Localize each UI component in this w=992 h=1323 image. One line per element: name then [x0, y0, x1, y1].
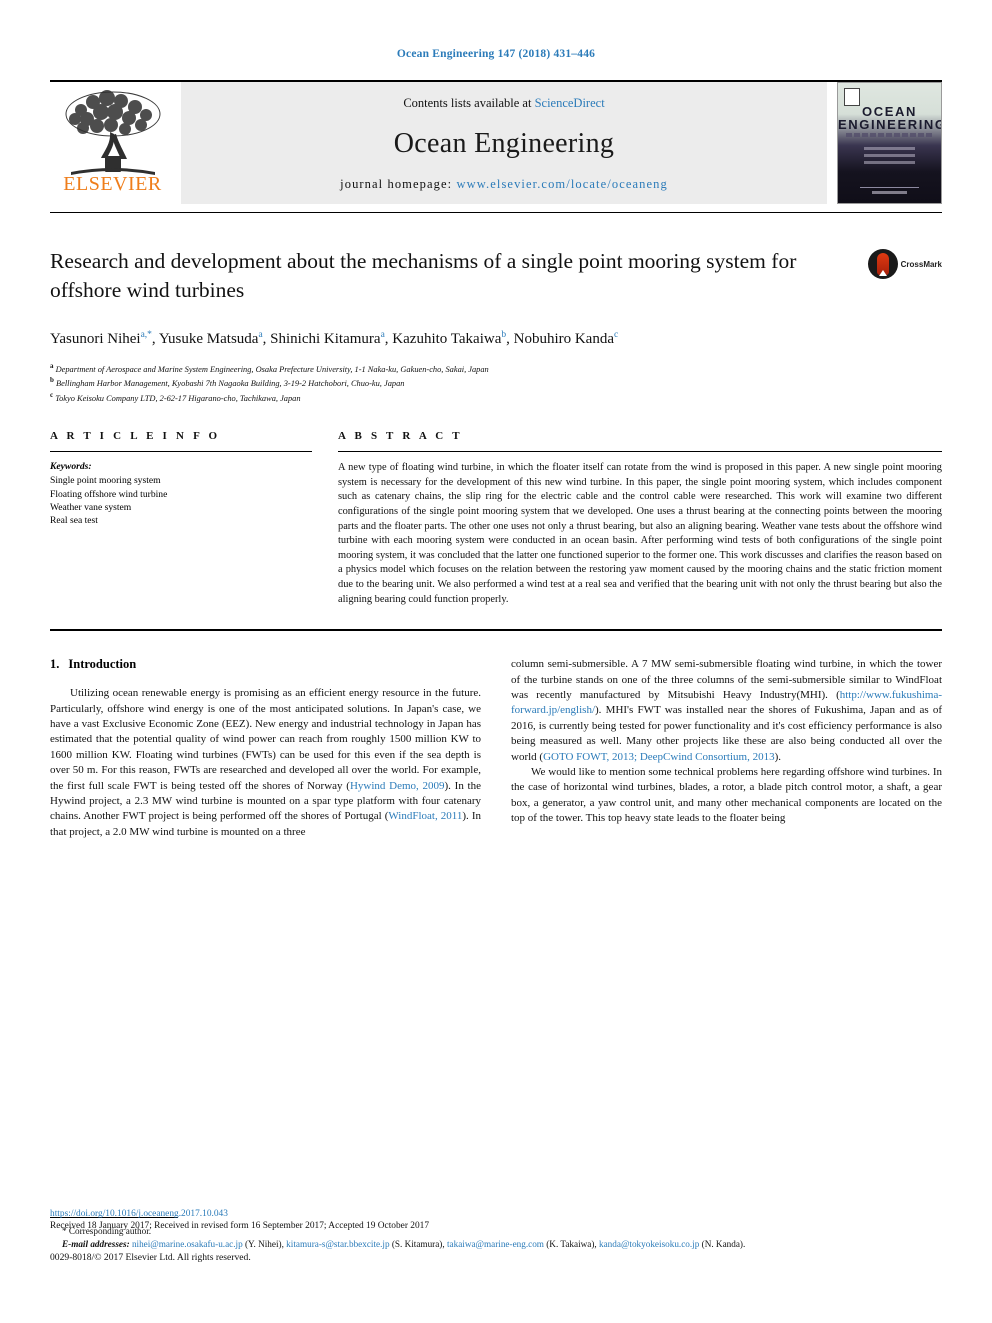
abstract-rule [338, 451, 942, 453]
crossmark-badge-group[interactable]: CrossMark [867, 249, 942, 279]
elsevier-logo: ELSEVIER [50, 82, 175, 204]
contents-available-line: Contents lists available at ScienceDirec… [181, 96, 827, 111]
elsevier-tree-icon [65, 90, 160, 175]
received-dates: Received 18 January 2017; Received in re… [50, 1221, 430, 1231]
journal-homepage-link[interactable]: www.elsevier.com/locate/oceaneng [456, 177, 667, 191]
author-item: Kazuhito Takaiwab [392, 330, 507, 347]
section-heading-introduction: 1. Introduction [50, 657, 481, 672]
abstract-bottom-rule [50, 629, 942, 632]
author-marks: b [501, 330, 507, 340]
email-address[interactable]: nihei@marine.osakafu-u.ac.jp [132, 1239, 243, 1249]
author-name: Kazuhito Takaiwa [392, 331, 502, 347]
email-label: E-mail addresses: [62, 1239, 130, 1249]
author-item: Shinichi Kitamuraa [270, 330, 385, 347]
author-item: Yusuke Matsudaa [158, 330, 263, 347]
citation-hywind[interactable]: Hywind Demo, 2009 [350, 780, 445, 792]
author-marks: a [380, 330, 385, 340]
author-item: Yasunori Niheia,* [50, 330, 152, 347]
keywords-list: Single point mooring system Floating off… [50, 474, 312, 528]
keywords-label: Keywords: [50, 461, 92, 473]
intro-paragraph-right-2: We would like to mention some technical … [511, 765, 942, 825]
affiliation-mark: c [50, 390, 54, 399]
intro-paragraph-right: column semi-submersible. A 7 MW semi-sub… [511, 657, 942, 765]
affiliation-list: a Department of Aerospace and Marine Sys… [50, 361, 942, 404]
elsevier-wordmark: ELSEVIER [63, 173, 162, 195]
intro-paragraph-left: Utilizing ocean renewable energy is prom… [50, 686, 481, 840]
email-person: (N. Kanda). [701, 1239, 746, 1249]
intro-text-part1: Utilizing ocean renewable energy is prom… [50, 687, 481, 792]
cover-editor-lines [864, 147, 915, 168]
author-marks: a,* [140, 330, 152, 340]
article-info-column: A R T I C L E I N F O Keywords: Single p… [50, 430, 312, 607]
title-block: Research and development about the mecha… [50, 247, 942, 404]
section-label: Introduction [68, 657, 137, 672]
affiliation-item: b Bellingham Harbor Management, Kyobashi… [50, 375, 942, 389]
running-head: Ocean Engineering 147 (2018) 431–446 [396, 48, 596, 60]
keyword-item: Real sea test [50, 515, 98, 527]
author-name: Nobuhiro Kanda [513, 331, 615, 347]
email-address[interactable]: takaiwa@marine-eng.com [447, 1239, 544, 1249]
abstract-column: A B S T R A C T A new type of floating w… [338, 430, 942, 607]
author-name: Yusuke Matsuda [158, 331, 259, 347]
intro-right-part3: ). [774, 750, 781, 763]
cover-title: OCEAN ENGINEERING [838, 105, 941, 131]
keyword-item: Single point mooring system [50, 475, 161, 487]
affiliation-text: Tokyo Keisoku Company LTD, 2-62-17 Higar… [55, 393, 301, 403]
body-column-right: column semi-submersible. A 7 MW semi-sub… [511, 657, 942, 840]
abstract-heading: A B S T R A C T [338, 430, 463, 443]
affiliation-item: a Department of Aerospace and Marine Sys… [50, 361, 942, 375]
author-marks: c [614, 330, 619, 340]
crossmark-label: CrossMark [900, 259, 942, 269]
affiliation-text: Department of Aerospace and Marine Syste… [55, 364, 489, 374]
journal-cover-thumbnail: OCEAN ENGINEERING [837, 82, 942, 204]
info-abstract-section: A R T I C L E I N F O Keywords: Single p… [50, 430, 942, 607]
affiliation-item: c Tokyo Keisoku Company LTD, 2-62-17 Hig… [50, 390, 942, 404]
cover-elsevier-mark-icon [844, 88, 860, 106]
paper-page: Ocean Engineering 147 (2018) 431–446 ELS… [0, 0, 992, 1323]
masthead-center: Contents lists available at ScienceDirec… [181, 82, 827, 204]
author-list: Yasunori Niheia,*, Yusuke Matsudaa, Shin… [50, 330, 619, 347]
homepage-prefix: journal homepage: [340, 177, 457, 191]
keyword-item: Weather vane system [50, 501, 132, 513]
journal-homepage-line: journal homepage: www.elsevier.com/locat… [181, 177, 827, 192]
cover-subtitle-bar [846, 133, 933, 137]
email-address[interactable]: kitamura-s@star.bbexcite.jp [286, 1239, 389, 1249]
author-marks: a [258, 330, 263, 340]
citation-goto-deepcwind[interactable]: GOTO FOWT, 2013; DeepCwind Consortium, 2… [543, 751, 775, 763]
cover-title-line2: ENGINEERING [838, 117, 942, 132]
doi-link[interactable]: https://doi.org/10.1016/j.oceaneng.2017.… [50, 1209, 942, 1219]
affiliation-text: Bellingham Harbor Management, Kyobashi 7… [56, 379, 405, 389]
body-column-left: 1. Introduction Utilizing ocean renewable… [50, 657, 481, 840]
sciencedirect-link[interactable]: ScienceDirect [535, 96, 605, 110]
crossmark-icon [867, 249, 898, 279]
copyright-line: 0029-8018/© 2017 Elsevier Ltd. All right… [50, 1252, 251, 1263]
journal-title: Ocean Engineering [393, 128, 615, 159]
page-title: Research and development about the mecha… [50, 249, 797, 302]
affiliation-mark: b [50, 376, 54, 385]
contents-prefix: Contents lists available at [403, 96, 535, 110]
author-item: Nobuhiro Kandac [513, 330, 619, 347]
publication-block: https://doi.org/10.1016/j.oceaneng.2017.… [50, 1209, 942, 1231]
abstract-text: A new type of floating wind turbine, in … [338, 462, 942, 605]
body-columns: 1. Introduction Utilizing ocean renewable… [50, 657, 942, 840]
masthead-bottom-rule [50, 212, 942, 213]
email-person: (S. Kitamura), [391, 1239, 445, 1249]
author-name: Yasunori Nihei [50, 331, 141, 347]
email-address[interactable]: kanda@tokyokeisoku.co.jp [599, 1239, 699, 1249]
email-person: (Y. Nihei), [245, 1239, 284, 1249]
journal-masthead: ELSEVIER Contents lists available at Sci… [50, 80, 942, 204]
keyword-item: Floating offshore wind turbine [50, 488, 168, 500]
author-name: Shinichi Kitamura [270, 331, 381, 347]
affiliation-mark: a [50, 362, 54, 370]
citation-windfloat[interactable]: WindFloat, 2011 [388, 810, 462, 822]
section-number: 1. [50, 657, 60, 672]
article-info-rule [50, 451, 312, 453]
cover-footer-mark [860, 187, 919, 194]
email-person: (K. Takaiwa), [546, 1239, 597, 1249]
email-addresses-note: E-mail addresses: nihei@marine.osakafu-u… [50, 1238, 942, 1251]
article-info-heading: A R T I C L E I N F O [50, 430, 221, 443]
